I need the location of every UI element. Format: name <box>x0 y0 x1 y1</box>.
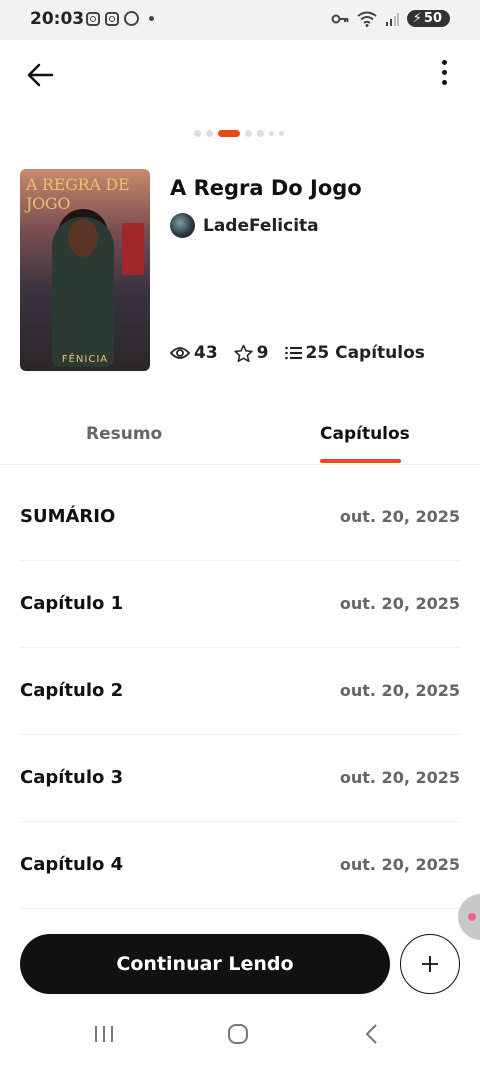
recent-apps-icon <box>95 1026 113 1042</box>
signal-icon <box>385 12 399 26</box>
list-item[interactable]: SUMÁRIO out. 20, 2025 <box>20 474 460 561</box>
chapter-date: out. 20, 2025 <box>339 681 460 700</box>
list-item[interactable]: Capítulo 4 out. 20, 2025 <box>20 822 460 909</box>
list-item[interactable]: Capítulo 1 out. 20, 2025 <box>20 561 460 648</box>
top-bar <box>0 40 480 110</box>
chapter-title: Capítulo 3 <box>20 767 124 788</box>
status-bar: 20:03 ⚡ 50 <box>0 0 480 40</box>
notification-dot-icon <box>149 16 154 21</box>
eye-icon <box>170 347 190 359</box>
chapter-date: out. 20, 2025 <box>339 594 460 613</box>
views-stat: 43 <box>170 343 218 363</box>
views-count: 43 <box>194 343 218 363</box>
instagram-icon <box>86 11 100 26</box>
chapter-date: out. 20, 2025 <box>339 855 460 874</box>
pager-dot <box>206 130 213 137</box>
pager-dot <box>257 130 264 137</box>
wifi-icon <box>357 11 377 27</box>
list-item[interactable]: Capítulo 2 out. 20, 2025 <box>20 648 460 735</box>
tab-resumo[interactable]: Resumo <box>86 424 162 444</box>
chapter-title: Capítulo 4 <box>20 854 124 875</box>
chapter-list: SUMÁRIO out. 20, 2025 Capítulo 1 out. 20… <box>0 474 480 909</box>
book-cover[interactable]: A REGRA DE JOGO FÊNICIA <box>20 169 150 371</box>
pager-dot <box>194 130 201 137</box>
battery-level: 50 <box>423 11 442 26</box>
instagram-icon <box>105 11 119 26</box>
stars-stat: 9 <box>234 343 269 363</box>
pager-dot <box>269 131 274 136</box>
more-options-button[interactable] <box>434 60 454 90</box>
tab-capitulos[interactable]: Capítulos <box>320 424 410 444</box>
cover-title: A REGRA DE JOGO <box>26 175 130 213</box>
chapters-count: 25 Capítulos <box>305 343 425 363</box>
arrow-left-icon <box>27 63 54 87</box>
chapter-title: Capítulo 1 <box>20 593 124 614</box>
chevron-left-icon <box>365 1024 377 1044</box>
pager-dot <box>245 130 252 137</box>
system-back-button[interactable] <box>352 1018 392 1050</box>
active-tab-indicator <box>320 459 401 463</box>
chapter-title: Capítulo 2 <box>20 680 124 701</box>
battery-icon: ⚡ <box>412 11 422 26</box>
pager-dot-active <box>218 130 240 137</box>
home-icon <box>228 1024 248 1044</box>
book-title: A Regra Do Jogo <box>170 176 362 200</box>
system-nav-bar <box>0 1000 480 1066</box>
star-icon <box>234 344 253 362</box>
back-button[interactable] <box>24 58 58 92</box>
book-stats: 43 9 25 Capítulos <box>170 343 441 363</box>
vpn-key-icon <box>331 14 349 23</box>
carousel-indicator <box>194 130 284 137</box>
cover-art <box>122 223 144 275</box>
add-to-library-button[interactable] <box>400 934 460 994</box>
continue-reading-button[interactable]: Continuar Lendo <box>20 934 390 994</box>
chapter-date: out. 20, 2025 <box>339 507 460 526</box>
plus-icon <box>422 956 438 972</box>
list-icon <box>284 346 302 360</box>
author-name: LadeFelicita <box>203 215 319 236</box>
chapters-stat: 25 Capítulos <box>284 343 425 363</box>
battery-indicator: ⚡ 50 <box>406 10 450 27</box>
notification-icons <box>86 11 154 26</box>
system-icons: ⚡ 50 <box>331 10 450 27</box>
tab-bar: Resumo Capítulos <box>0 410 480 465</box>
list-item[interactable]: Capítulo 3 out. 20, 2025 <box>20 735 460 822</box>
status-time: 20:03 <box>30 9 85 29</box>
recent-apps-button[interactable] <box>84 1018 124 1050</box>
chapter-date: out. 20, 2025 <box>339 768 460 787</box>
chapter-title: SUMÁRIO <box>20 506 116 527</box>
author-link[interactable]: LadeFelicita <box>170 213 319 238</box>
more-vertical-icon <box>441 60 447 65</box>
cover-author: FÊNICIA <box>61 354 109 365</box>
whatsapp-icon <box>124 11 139 26</box>
pager-dot <box>279 131 284 136</box>
avatar <box>170 213 195 238</box>
cover-art <box>68 219 98 257</box>
home-button[interactable] <box>218 1018 258 1050</box>
stars-count: 9 <box>256 343 269 363</box>
